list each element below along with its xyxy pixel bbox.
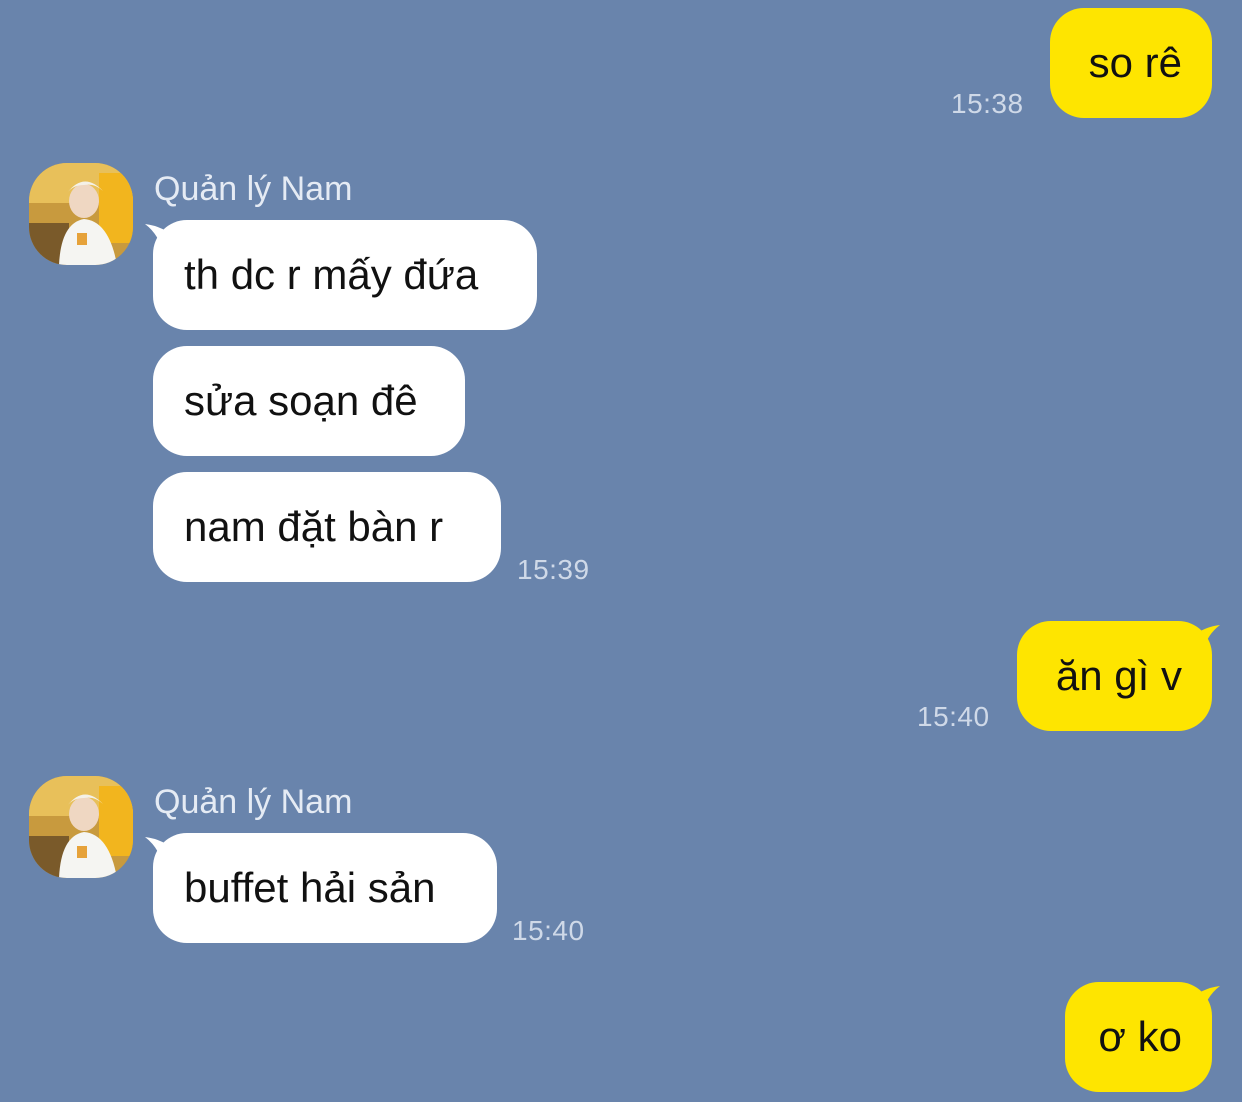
outgoing-message-bubble[interactable]: so rê (1050, 8, 1212, 118)
message-timestamp: 15:38 (951, 88, 1024, 119)
message-timestamp: 15:40 (917, 701, 990, 732)
message-timestamp: 15:40 (512, 915, 585, 946)
sender-avatar[interactable] (29, 776, 133, 878)
outgoing-message-bubble[interactable]: ăn gì v (1017, 621, 1212, 731)
incoming-message-bubble[interactable]: buffet hải sản (153, 833, 497, 943)
sender-avatar[interactable] (29, 163, 133, 265)
avatar-photo (29, 163, 133, 265)
chat-area[interactable]: 15:38 so rê Quản lý Nam th dc r mấy đứa … (0, 0, 1242, 1102)
outgoing-message-bubble[interactable]: ơ ko (1065, 982, 1212, 1092)
incoming-message-bubble[interactable]: nam đặt bàn r (153, 472, 501, 582)
sender-name: Quản lý Nam (154, 170, 353, 208)
message-timestamp: 15:39 (517, 554, 590, 585)
incoming-message-bubble[interactable]: th dc r mấy đứa (153, 220, 537, 330)
avatar-photo (29, 776, 133, 878)
sender-name: Quản lý Nam (154, 783, 353, 821)
incoming-message-bubble[interactable]: sửa soạn đê (153, 346, 465, 456)
